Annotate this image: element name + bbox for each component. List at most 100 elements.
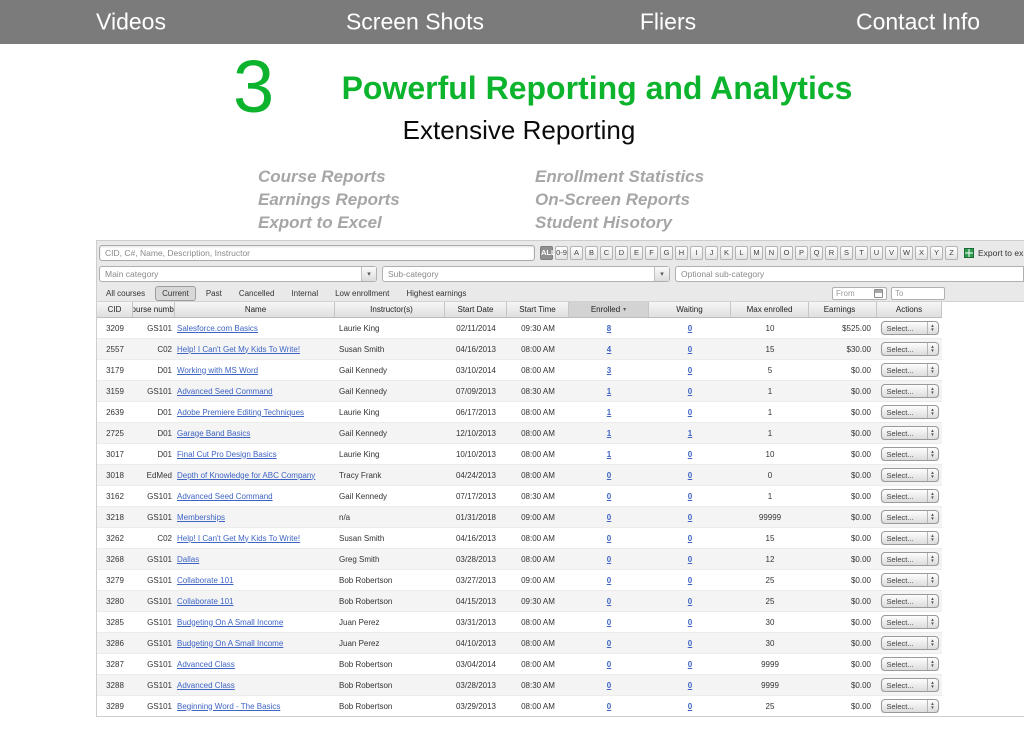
alpha-filter-x[interactable]: X	[915, 246, 928, 260]
calendar-icon[interactable]	[874, 289, 883, 298]
actions-select[interactable]: Select...▲▼	[881, 321, 939, 335]
actions-select[interactable]: Select...▲▼	[881, 531, 939, 545]
course-name-link[interactable]: Advanced Class	[177, 681, 235, 690]
course-name-link[interactable]: Garage Band Basics	[177, 429, 250, 438]
enrolled-count-link[interactable]: 0	[607, 618, 611, 627]
export-to-excel-button[interactable]: Export to ex	[978, 248, 1023, 258]
nav-item-contact-info[interactable]: Contact Info	[856, 9, 980, 36]
alpha-filter-g[interactable]: G	[660, 246, 673, 260]
waiting-count-link[interactable]: 0	[688, 618, 692, 627]
alpha-filter-d[interactable]: D	[615, 246, 628, 260]
column-header-max-enrolled[interactable]: Max enrolled	[731, 302, 809, 317]
waiting-count-link[interactable]: 0	[688, 513, 692, 522]
alpha-filter-p[interactable]: P	[795, 246, 808, 260]
alpha-filter-w[interactable]: W	[900, 246, 913, 260]
enrolled-count-link[interactable]: 0	[607, 639, 611, 648]
enrolled-count-link[interactable]: 1	[607, 408, 611, 417]
alpha-filter-n[interactable]: N	[765, 246, 778, 260]
enrolled-count-link[interactable]: 0	[607, 513, 611, 522]
waiting-count-link[interactable]: 0	[688, 408, 692, 417]
enrolled-count-link[interactable]: 0	[607, 702, 611, 711]
actions-select[interactable]: Select...▲▼	[881, 384, 939, 398]
waiting-count-link[interactable]: 0	[688, 660, 692, 669]
column-header-cid[interactable]: CID	[97, 302, 133, 317]
column-header-enrolled[interactable]: Enrolled▾	[569, 302, 649, 317]
tab-past[interactable]: Past	[199, 286, 229, 301]
actions-select[interactable]: Select...▲▼	[881, 342, 939, 356]
course-name-link[interactable]: Budgeting On A Small Income	[177, 618, 283, 627]
column-header-waiting[interactable]: Waiting	[649, 302, 731, 317]
alpha-filter-f[interactable]: F	[645, 246, 658, 260]
sub-category-select[interactable]: Sub-category ▾	[382, 266, 670, 282]
actions-select[interactable]: Select...▲▼	[881, 657, 939, 671]
enrolled-count-link[interactable]: 1	[607, 450, 611, 459]
actions-select[interactable]: Select...▲▼	[881, 363, 939, 377]
waiting-count-link[interactable]: 0	[688, 597, 692, 606]
alpha-filter-u[interactable]: U	[870, 246, 883, 260]
tab-internal[interactable]: Internal	[284, 286, 325, 301]
tab-current[interactable]: Current	[155, 286, 196, 301]
course-name-link[interactable]: Working with MS Word	[177, 366, 258, 375]
optional-sub-category-input[interactable]	[675, 266, 1024, 282]
enrolled-count-link[interactable]: 3	[607, 366, 611, 375]
alpha-filter-j[interactable]: J	[705, 246, 718, 260]
alpha-filter-y[interactable]: Y	[930, 246, 943, 260]
alpha-filter-i[interactable]: I	[690, 246, 703, 260]
main-category-select[interactable]: Main category ▾	[99, 266, 377, 282]
enrolled-count-link[interactable]: 0	[607, 660, 611, 669]
actions-select[interactable]: Select...▲▼	[881, 594, 939, 608]
enrolled-count-link[interactable]: 0	[607, 597, 611, 606]
actions-select[interactable]: Select...▲▼	[881, 699, 939, 713]
course-name-link[interactable]: Adobe Premiere Editing Techniques	[177, 408, 304, 417]
search-input[interactable]	[99, 245, 535, 261]
enrolled-count-link[interactable]: 0	[607, 555, 611, 564]
enrolled-count-link[interactable]: 8	[607, 324, 611, 333]
waiting-count-link[interactable]: 0	[688, 702, 692, 711]
course-name-link[interactable]: Final Cut Pro Design Basics	[177, 450, 277, 459]
to-date-field[interactable]	[891, 287, 945, 300]
actions-select[interactable]: Select...▲▼	[881, 510, 939, 524]
to-date-input[interactable]	[895, 289, 933, 298]
alpha-filter-v[interactable]: V	[885, 246, 898, 260]
alpha-filter-e[interactable]: E	[630, 246, 643, 260]
enrolled-count-link[interactable]: 0	[607, 471, 611, 480]
waiting-count-link[interactable]: 0	[688, 471, 692, 480]
column-header-earnings[interactable]: Earnings	[809, 302, 877, 317]
column-header-start-time[interactable]: Start Time	[507, 302, 569, 317]
enrolled-count-link[interactable]: 4	[607, 345, 611, 354]
course-name-link[interactable]: Advanced Class	[177, 660, 235, 669]
enrolled-count-link[interactable]: 1	[607, 429, 611, 438]
alpha-filter-z[interactable]: Z	[945, 246, 958, 260]
alpha-filter-b[interactable]: B	[585, 246, 598, 260]
alpha-filter-m[interactable]: M	[750, 246, 763, 260]
waiting-count-link[interactable]: 0	[688, 345, 692, 354]
waiting-count-link[interactable]: 0	[688, 681, 692, 690]
course-name-link[interactable]: Help! I Can't Get My Kids To Write!	[177, 534, 300, 543]
alpha-filter-r[interactable]: R	[825, 246, 838, 260]
alpha-filter-q[interactable]: Q	[810, 246, 823, 260]
course-name-link[interactable]: Memberships	[177, 513, 225, 522]
tab-all-courses[interactable]: All courses	[99, 286, 152, 301]
course-name-link[interactable]: Advanced Seed Command	[177, 492, 273, 501]
enrolled-count-link[interactable]: 0	[607, 681, 611, 690]
enrolled-count-link[interactable]: 0	[607, 534, 611, 543]
nav-item-screen-shots[interactable]: Screen Shots	[346, 9, 484, 36]
actions-select[interactable]: Select...▲▼	[881, 489, 939, 503]
alpha-filter-a[interactable]: A	[570, 246, 583, 260]
column-header-course-numbe[interactable]: Course numbe	[133, 302, 175, 317]
waiting-count-link[interactable]: 0	[688, 576, 692, 585]
alpha-filter-s[interactable]: S	[840, 246, 853, 260]
actions-select[interactable]: Select...▲▼	[881, 678, 939, 692]
column-header-actions[interactable]: Actions	[877, 302, 942, 317]
course-name-link[interactable]: Depth of Knowledge for ABC Company	[177, 471, 315, 480]
tab-highest-earnings[interactable]: Highest earnings	[399, 286, 473, 301]
column-header-start-date[interactable]: Start Date	[445, 302, 507, 317]
actions-select[interactable]: Select...▲▼	[881, 552, 939, 566]
actions-select[interactable]: Select...▲▼	[881, 468, 939, 482]
waiting-count-link[interactable]: 0	[688, 387, 692, 396]
course-name-link[interactable]: Salesforce.com Basics	[177, 324, 258, 333]
from-date-field[interactable]	[832, 287, 887, 300]
waiting-count-link[interactable]: 1	[688, 429, 692, 438]
waiting-count-link[interactable]: 0	[688, 492, 692, 501]
alpha-filter-h[interactable]: H	[675, 246, 688, 260]
